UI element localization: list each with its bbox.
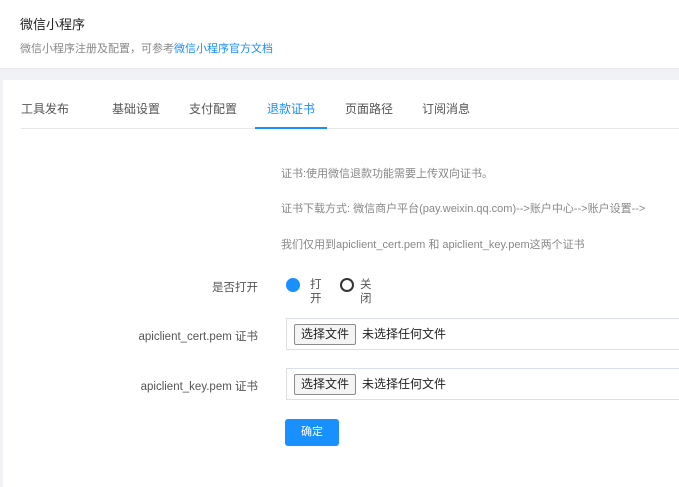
cert-file-status: 未选择任何文件 [362,327,447,341]
tab-payment-config[interactable]: 支付配置 [189,80,237,128]
page-header: 微信小程序 微信小程序注册及配置，可参考微信小程序官方文档 [0,0,679,69]
cert-file-input[interactable]: 选择文件 未选择任何文件 [286,318,679,350]
tab-subscription-message[interactable]: 订阅消息 [422,80,470,128]
official-docs-link[interactable]: 微信小程序官方文档 [174,43,273,55]
tab-tool-publish[interactable]: 工具发布 [21,80,69,128]
cert-download-note: 证书下载方式: 微信商户平台(pay.weixin.qq.com)-->账户中心… [281,203,646,215]
key-choose-file-button[interactable]: 选择文件 [294,374,357,395]
confirm-button[interactable]: 确定 [285,419,339,446]
tab-page-path[interactable]: 页面路径 [345,80,393,128]
page-description: 微信小程序注册及配置，可参考微信小程序官方文档 [20,40,273,56]
key-label: apiclient_key.pem 证书 [140,381,258,393]
radio-off[interactable] [340,278,354,292]
key-file-status: 未选择任何文件 [362,377,447,391]
cert-usage-note: 我们仅用到apiclient_cert.pem 和 apiclient_key.… [281,239,585,251]
description-text: 微信小程序注册及配置，可参考 [20,43,174,55]
cert-choose-file-button[interactable]: 选择文件 [294,324,357,345]
cert-label: apiclient_cert.pem 证书 [138,331,258,343]
cert-note: 证书:使用微信退款功能需要上传双向证书。 [281,168,494,180]
tab-bar: 工具发布 基础设置 支付配置 退款证书 页面路径 订阅消息 [21,80,679,129]
enable-label: 是否打开 [212,282,258,294]
key-file-input[interactable]: 选择文件 未选择任何文件 [286,368,679,400]
radio-on[interactable] [286,278,300,292]
radio-on-label[interactable]: 打开 [310,278,322,306]
tab-basic-settings[interactable]: 基础设置 [112,80,160,128]
tab-refund-cert[interactable]: 退款证书 [254,80,328,129]
page-title: 微信小程序 [20,17,86,32]
radio-off-label[interactable]: 关闭 [360,278,372,306]
